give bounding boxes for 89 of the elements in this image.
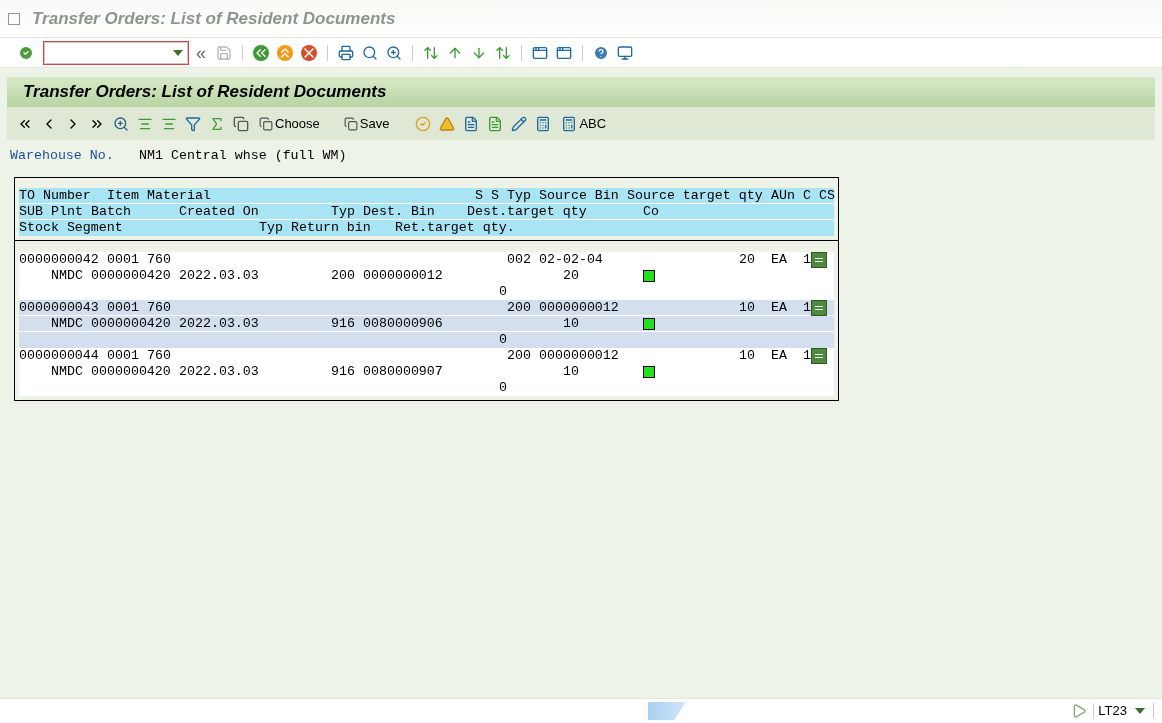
column-heading: S bbox=[475, 188, 483, 204]
table-cell-text: 0 bbox=[498, 380, 507, 396]
command-field[interactable] bbox=[44, 41, 188, 64]
table-cell: NMDC bbox=[51, 268, 83, 284]
column-heading: S bbox=[491, 188, 499, 204]
table-cell-text: 10 bbox=[738, 348, 755, 364]
table-cell: 0001 bbox=[107, 252, 139, 268]
table-cell: NMDC bbox=[51, 316, 83, 332]
table-cell: 760 bbox=[147, 348, 171, 364]
column-heading: SUB bbox=[19, 204, 43, 220]
table-cell-text: 0 bbox=[498, 284, 507, 300]
table-cell: 1 bbox=[803, 252, 811, 268]
table-cell: 0001 bbox=[107, 348, 139, 364]
column-heading: Item bbox=[107, 188, 139, 204]
table-cell: 0000000012 bbox=[539, 300, 619, 316]
column-heading: Typ bbox=[259, 220, 283, 236]
table-cell: EA bbox=[771, 348, 787, 364]
status-light-icon bbox=[643, 318, 655, 330]
table-cell: 2022.03.03 bbox=[179, 316, 259, 332]
column-heading: Created On bbox=[179, 204, 259, 220]
table-cell: 200 bbox=[331, 268, 355, 284]
warehouse-label: Warehouse No. bbox=[10, 148, 115, 164]
table-cell: 916 bbox=[331, 316, 355, 332]
table-cell-text: 10 bbox=[562, 364, 579, 380]
status-light-icon bbox=[643, 270, 655, 282]
column-heading: Plnt bbox=[51, 204, 83, 220]
column-heading: Return bin bbox=[291, 220, 371, 236]
table-cell: 916 bbox=[331, 364, 355, 380]
column-heading: Ret.target qty. bbox=[395, 220, 515, 236]
table-cell: 02-02-04 bbox=[539, 252, 603, 268]
column-heading: Source target qty bbox=[627, 188, 763, 204]
status-light-icon bbox=[643, 366, 655, 378]
dropdown-icon[interactable] bbox=[1135, 708, 1145, 714]
table-cell: EA bbox=[771, 300, 787, 316]
table-cell: NMDC bbox=[51, 364, 83, 380]
table-cell: 0000000420 bbox=[91, 364, 171, 380]
column-heading: Source Bin bbox=[539, 188, 619, 204]
column-heading: Dest.target qty bbox=[467, 204, 587, 220]
save-button[interactable]: Save bbox=[339, 113, 394, 134]
table-cell-text: 0 bbox=[498, 332, 507, 348]
table-cell: 0080000906 bbox=[363, 316, 443, 332]
table-cell: 2022.03.03 bbox=[179, 268, 259, 284]
table-cell: 0000000042 bbox=[19, 252, 99, 268]
column-heading: Stock Segment bbox=[19, 220, 123, 236]
copy-icon bbox=[259, 116, 273, 131]
table-cell: EA bbox=[771, 252, 787, 268]
abc-button[interactable]: ABC bbox=[557, 113, 611, 134]
table-cell-text: 20 bbox=[562, 268, 579, 284]
dropdown-icon[interactable] bbox=[173, 49, 183, 56]
window-title: Transfer Orders: List of Resident Documents bbox=[32, 7, 396, 30]
warehouse-value: NM1 Central whse (full WM) bbox=[139, 148, 347, 164]
table-cell-text: 20 bbox=[738, 252, 755, 268]
column-heading: Typ bbox=[331, 204, 355, 220]
column-heading: Typ bbox=[507, 188, 531, 204]
table-cell: 0000000044 bbox=[19, 348, 99, 364]
table-cell: 1 bbox=[803, 300, 811, 316]
table-cell: 1 bbox=[803, 348, 811, 364]
column-heading: CS bbox=[819, 188, 835, 204]
details-icon[interactable] bbox=[811, 348, 827, 364]
column-heading: Batch bbox=[91, 204, 131, 220]
details-icon[interactable] bbox=[811, 300, 827, 316]
transaction-code: LT23 bbox=[1098, 702, 1127, 721]
table-cell: 002 bbox=[507, 252, 531, 268]
column-heading: Material bbox=[147, 188, 211, 204]
table-cell: 200 bbox=[507, 348, 531, 364]
column-heading: Dest. Bin bbox=[363, 204, 435, 220]
column-heading: TO Number bbox=[19, 188, 91, 204]
table-cell: 760 bbox=[147, 300, 171, 316]
collapse-icon[interactable]: « bbox=[192, 38, 210, 67]
copy-icon bbox=[343, 116, 358, 131]
table-cell: 0000000012 bbox=[539, 348, 619, 364]
table-cell-text: 10 bbox=[738, 300, 755, 316]
column-heading: C bbox=[803, 188, 811, 204]
details-icon[interactable] bbox=[811, 252, 827, 268]
calculator-icon bbox=[561, 115, 578, 132]
table-cell: 760 bbox=[147, 252, 171, 268]
choose-button[interactable]: Choose bbox=[255, 113, 324, 134]
column-heading: Co bbox=[643, 204, 659, 220]
table-cell: 0000000012 bbox=[363, 268, 443, 284]
column-heading: AUn bbox=[771, 188, 795, 204]
screen-title: Transfer Orders: List of Resident Documents bbox=[23, 81, 387, 104]
table-cell: 0000000043 bbox=[19, 300, 99, 316]
table-cell: 2022.03.03 bbox=[179, 364, 259, 380]
table-cell: 200 bbox=[507, 300, 531, 316]
table-cell: 0000000420 bbox=[91, 316, 171, 332]
table-cell-text: 10 bbox=[562, 316, 579, 332]
table-cell: 0080000907 bbox=[363, 364, 443, 380]
table-cell: 0000000420 bbox=[91, 268, 171, 284]
table-cell: 0001 bbox=[107, 300, 139, 316]
